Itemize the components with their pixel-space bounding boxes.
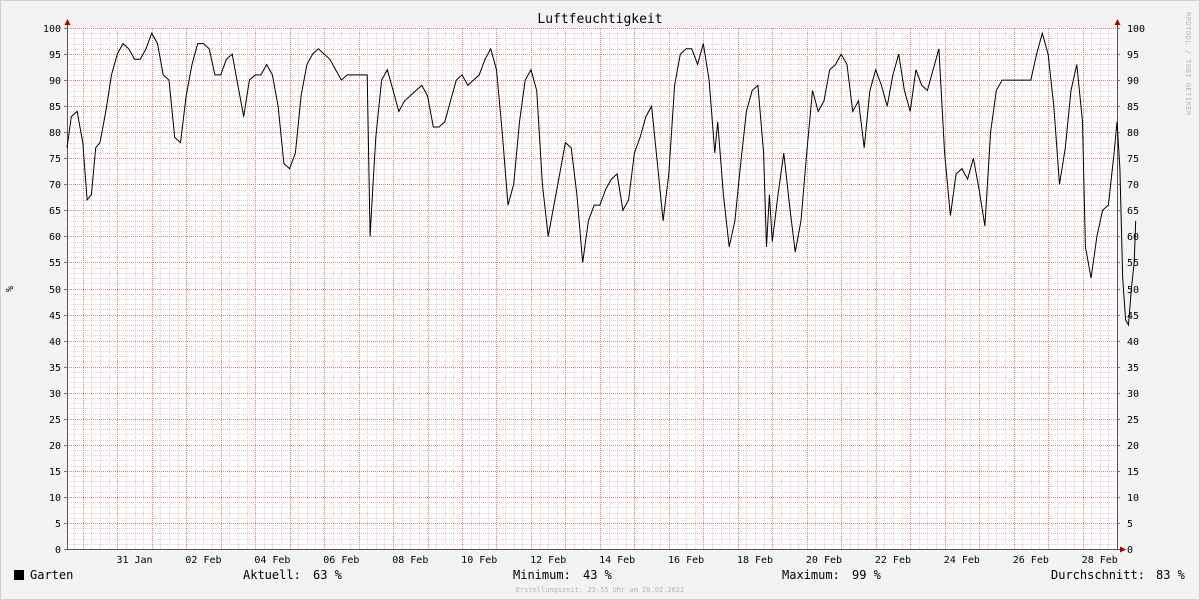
y-tick-label: 65: [49, 206, 61, 217]
x-tick-label: 10 Feb: [461, 555, 497, 566]
x-tick-label: 26 Feb: [1013, 555, 1049, 566]
y-tick-label: 80: [49, 128, 61, 139]
legend-max-value: 99 %: [852, 568, 882, 582]
y-tick-label: 100: [43, 24, 61, 35]
y-tick-labels-left: 0 5 10 15 20 25 30 35 40 45 50 55 60 65 70 75 80 85 90 95 10…: [43, 24, 61, 556]
x-tick-label: 08 Feb: [392, 555, 428, 566]
legend-min-label: Minimum:: [513, 568, 571, 582]
y-tick-label: 15: [49, 467, 61, 478]
y-tick-label: 20: [1127, 441, 1139, 452]
legend-max-label: Maximum:: [782, 568, 840, 582]
y-tick-label: 40: [1127, 337, 1139, 348]
y-axis-label-left: %: [5, 286, 16, 292]
y-tick-label: 30: [49, 389, 61, 400]
y-tick-label: 60: [49, 232, 61, 243]
y-tick-label: 60: [1127, 232, 1139, 243]
legend-current-value: 63 %: [313, 568, 343, 582]
y-tick-label: 50: [49, 285, 61, 296]
y-tick-label: 90: [49, 76, 61, 87]
y-tick-label: 45: [49, 311, 61, 322]
x-tick-label: 04 Feb: [254, 555, 290, 566]
legend-swatch: [14, 570, 24, 580]
y-tick-label: 90: [1127, 76, 1139, 87]
creation-timestamp: Erstellungszeit: 23:55 Uhr am 28.02.2022: [516, 586, 685, 594]
y-tick-label: 80: [1127, 128, 1139, 139]
y-tick-label: 0: [55, 545, 61, 556]
chart-title: Luftfeuchtigkeit: [537, 12, 662, 27]
y-tick-label: 40: [49, 337, 61, 348]
x-tick-labels: 31 Jan 02 Feb 04 Feb 06 Feb 08 Feb 10 Feb 12 F…: [116, 555, 1117, 566]
y-tick-label: 95: [49, 50, 61, 61]
y-tick-labels-right: 0510152025303540455055606570758085909510…: [1127, 24, 1145, 556]
legend-series-name: Garten: [30, 568, 73, 582]
y-tick-label: 95: [1127, 50, 1139, 61]
chart: 0510152025303540455055606570758085909510…: [5, 12, 1192, 594]
y-tick-label: 70: [1127, 180, 1139, 191]
y-tick-label: 5: [1127, 519, 1133, 530]
y-axis-arrow-right: [1114, 19, 1121, 25]
y-tick-label: 75: [49, 154, 61, 165]
y-tick-label: 10: [1127, 493, 1139, 504]
y-tick-label: 55: [49, 258, 61, 269]
legend-current-label: Aktuell:: [243, 568, 301, 582]
x-tick-label: 18 Feb: [737, 555, 773, 566]
x-tick-label: 22 Feb: [875, 555, 911, 566]
y-tick-label: 10: [49, 493, 61, 504]
y-tick-label: 50: [1127, 285, 1139, 296]
y-tick-label: 100: [1127, 24, 1145, 35]
x-tick-label: 02 Feb: [185, 555, 221, 566]
x-tick-label: 20 Feb: [806, 555, 842, 566]
y-tick-label: 55: [1127, 258, 1139, 269]
x-tick-label: 12 Feb: [530, 555, 566, 566]
x-tick-label: 16 Feb: [668, 555, 704, 566]
y-tick-label: 35: [1127, 363, 1139, 374]
y-tick-label: 85: [1127, 102, 1139, 113]
legend-min-value: 43 %: [583, 568, 613, 582]
y-tick-label: 70: [49, 180, 61, 191]
x-tick-label: 28 Feb: [1082, 555, 1118, 566]
y-tick-label: 0: [1127, 545, 1133, 556]
y-tick-label: 85: [49, 102, 61, 113]
legend-avg-label: Durchschnitt:: [1051, 568, 1145, 582]
y-tick-label: 35: [49, 363, 61, 374]
y-tick-label: 65: [1127, 206, 1139, 217]
x-tick-label: 24 Feb: [944, 555, 980, 566]
y-axis-arrow-left: [64, 19, 71, 25]
y-tick-label: 15: [1127, 467, 1139, 478]
y-tick-label: 20: [49, 441, 61, 452]
y-tick-label: 25: [49, 415, 61, 426]
x-tick-label: 31 Jan: [116, 555, 152, 566]
y-tick-label: 75: [1127, 154, 1139, 165]
x-tick-label: 14 Feb: [599, 555, 635, 566]
y-tick-label: 5: [55, 519, 61, 530]
rrdtool-watermark: RRDTOOL / TOBI OETIKER: [1184, 12, 1192, 116]
legend-avg-value: 83 %: [1156, 568, 1186, 582]
x-axis-arrow: [1120, 546, 1126, 553]
y-tick-label: 25: [1127, 415, 1139, 426]
y-tick-label: 30: [1127, 389, 1139, 400]
x-tick-label: 06 Feb: [323, 555, 359, 566]
